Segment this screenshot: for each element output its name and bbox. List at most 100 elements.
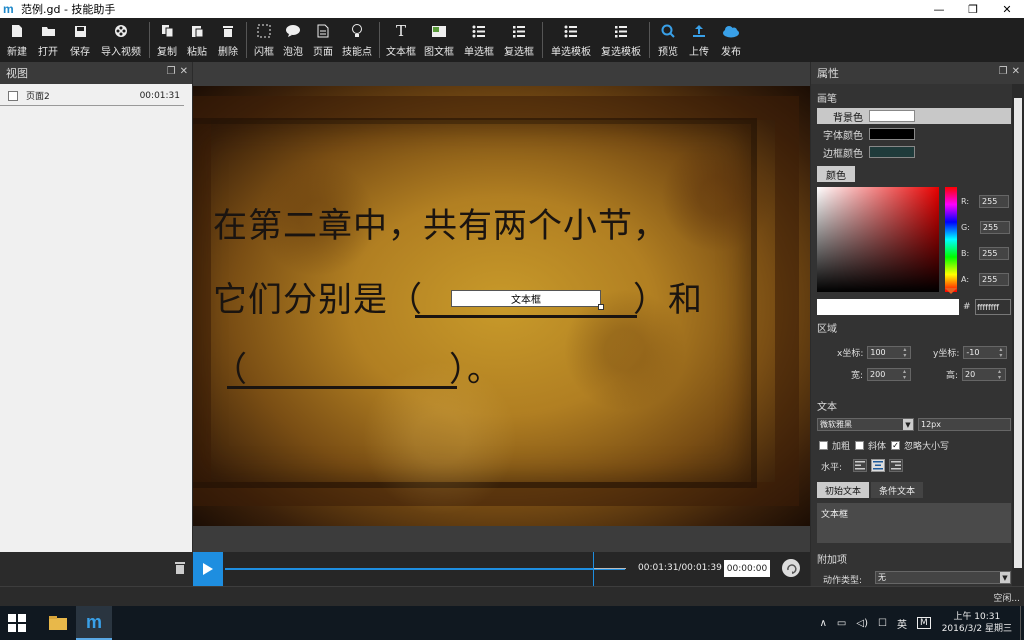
- hue-slider[interactable]: [945, 187, 957, 292]
- border-color-swatch[interactable]: [869, 146, 915, 158]
- ime-mode-icon[interactable]: M: [916, 617, 931, 629]
- timeline-track[interactable]: [225, 568, 625, 570]
- color-picker-field[interactable]: [817, 187, 939, 292]
- taskbar-file-explorer[interactable]: [40, 606, 76, 640]
- checkbox-template-button[interactable]: 复选模板: [596, 18, 646, 62]
- slide-canvas[interactable]: 在第二章中，共有两个小节， 它们分别是（ ）和 （ ）。 文本框: [193, 86, 810, 526]
- show-desktop-button[interactable]: [1020, 606, 1024, 640]
- chevron-up-icon[interactable]: ∧: [820, 618, 827, 629]
- bubble-button[interactable]: 泡泡: [278, 18, 308, 62]
- red-input[interactable]: 255: [979, 194, 1010, 208]
- close-button[interactable]: ✕: [990, 0, 1024, 18]
- time-input[interactable]: 00:00:00: [724, 560, 770, 577]
- textbox-element-label: 文本框: [511, 295, 541, 306]
- flash-frame-button[interactable]: 闪框: [250, 18, 278, 62]
- region-section-title: 区域: [817, 324, 837, 335]
- properties-panel-header: 属性 ❐ ✕: [811, 62, 1024, 84]
- image-text-button[interactable]: 图文框: [419, 18, 459, 62]
- main-toolbar: 新建 打开 保存 导入视频 复制 粘贴 删除 闪框 泡泡 页面 技能点 T 文本…: [0, 18, 1024, 62]
- ignore-case-checkbox-box[interactable]: ✓: [891, 441, 900, 450]
- taskbar-skill-assistant[interactable]: m: [76, 606, 112, 640]
- blue-input[interactable]: 255: [979, 246, 1010, 260]
- trash-icon[interactable]: [174, 561, 186, 575]
- window-title: 范例.gd - 技能助手: [21, 3, 116, 16]
- radio-list-icon: [470, 22, 488, 40]
- refresh-button[interactable]: [782, 559, 800, 577]
- scrollbar-thumb[interactable]: [1014, 98, 1022, 568]
- font-color-swatch[interactable]: [869, 128, 915, 140]
- properties-scrollbar[interactable]: [1012, 84, 1024, 586]
- close-icon[interactable]: ✕: [1012, 66, 1020, 77]
- bold-checkbox-box[interactable]: [819, 441, 828, 450]
- tab-initial-text[interactable]: 初始文本: [817, 482, 869, 498]
- copy-button[interactable]: 复制: [153, 18, 181, 62]
- delete-button[interactable]: 删除: [213, 18, 243, 62]
- bg-color-swatch[interactable]: [869, 110, 915, 122]
- align-right-button[interactable]: [889, 459, 903, 472]
- redo-icon: [786, 563, 797, 574]
- properties-panel: 属性 ❐ ✕ 画笔 背景色 字体颜色 边框颜色 颜色 R: 255 G: 255…: [811, 62, 1024, 586]
- color-button[interactable]: 颜色: [817, 166, 855, 182]
- cloud-publish-icon: [722, 22, 740, 40]
- y-input[interactable]: -10: [963, 345, 1008, 359]
- paste-button[interactable]: 粘贴: [181, 18, 213, 62]
- play-button[interactable]: [193, 552, 223, 586]
- windows-start-icon[interactable]: [8, 614, 26, 632]
- preview-button[interactable]: 预览: [653, 18, 683, 62]
- alpha-input[interactable]: 255: [979, 272, 1010, 286]
- import-video-button[interactable]: 导入视频: [96, 18, 146, 62]
- page-button[interactable]: 页面: [308, 18, 338, 62]
- close-icon[interactable]: ✕: [180, 66, 188, 77]
- height-input[interactable]: 20: [962, 367, 1007, 381]
- page-list-item[interactable]: 页面2 00:01:31: [0, 86, 184, 106]
- publish-label: 发布: [721, 47, 741, 58]
- copy-label: 复制: [157, 47, 177, 58]
- float-icon[interactable]: ❐: [999, 66, 1008, 77]
- font-color-row[interactable]: 字体颜色: [817, 126, 1011, 142]
- notification-icon[interactable]: ☐: [878, 618, 887, 629]
- clock-date: 2016/3/2 星期三: [941, 624, 1012, 634]
- ime-indicator[interactable]: 英: [897, 616, 907, 631]
- textbox-element[interactable]: 文本框: [451, 290, 604, 310]
- playhead[interactable]: [593, 552, 594, 586]
- save-button[interactable]: 保存: [64, 18, 96, 62]
- minimize-button[interactable]: —: [922, 0, 956, 18]
- align-left-button[interactable]: [853, 459, 867, 472]
- ignore-case-checkbox[interactable]: ✓ 忽略大小写: [891, 439, 949, 452]
- font-size-select[interactable]: 12px: [918, 418, 1011, 431]
- import-video-label: 导入视频: [101, 47, 141, 58]
- clock[interactable]: 上午 10:31 2016/3/2 星期三: [942, 611, 1012, 635]
- open-button[interactable]: 打开: [32, 18, 64, 62]
- border-color-row[interactable]: 边框颜色: [817, 144, 1011, 160]
- check-box-button[interactable]: 复选框: [499, 18, 539, 62]
- resize-handle[interactable]: [598, 304, 604, 310]
- hex-input[interactable]: ffffffff: [975, 299, 1011, 315]
- upload-button[interactable]: 上传: [683, 18, 715, 62]
- radio-box-button[interactable]: 单选框: [459, 18, 499, 62]
- italic-checkbox[interactable]: 斜体: [855, 439, 886, 452]
- new-button[interactable]: 新建: [2, 18, 32, 62]
- italic-checkbox-box[interactable]: [855, 441, 864, 450]
- page-checkbox[interactable]: [8, 90, 18, 101]
- font-family-select[interactable]: 微软雅黑 ▼: [817, 418, 914, 431]
- restore-button[interactable]: ❐: [956, 0, 990, 18]
- width-input[interactable]: 200: [867, 367, 912, 381]
- radio-template-button[interactable]: 单选模板: [546, 18, 596, 62]
- textbox-button[interactable]: T 文本框: [383, 18, 419, 62]
- align-center-button[interactable]: [871, 459, 885, 472]
- initial-text-input[interactable]: 文本框: [817, 503, 1011, 543]
- tab-condition-text[interactable]: 条件文本: [871, 482, 923, 498]
- battery-icon[interactable]: ▭: [837, 618, 846, 629]
- bold-checkbox[interactable]: 加粗: [819, 439, 850, 452]
- bg-color-row[interactable]: 背景色: [817, 108, 1011, 124]
- publish-button[interactable]: 发布: [715, 18, 747, 62]
- volume-icon[interactable]: ◁): [856, 618, 868, 629]
- os-taskbar: m ∧ ▭ ◁) ☐ 英 M 上午 10:31 2016/3/2 星期三: [0, 606, 1024, 640]
- x-field: x坐标: 100: [837, 345, 912, 359]
- x-input[interactable]: 100: [867, 345, 912, 359]
- slide-text-line2-start: 它们分别是（: [213, 280, 423, 320]
- skill-point-button[interactable]: 技能点: [338, 18, 376, 62]
- action-type-select[interactable]: 无 ▼: [875, 571, 1011, 584]
- float-icon[interactable]: ❐: [167, 66, 176, 77]
- green-input[interactable]: 255: [979, 220, 1010, 234]
